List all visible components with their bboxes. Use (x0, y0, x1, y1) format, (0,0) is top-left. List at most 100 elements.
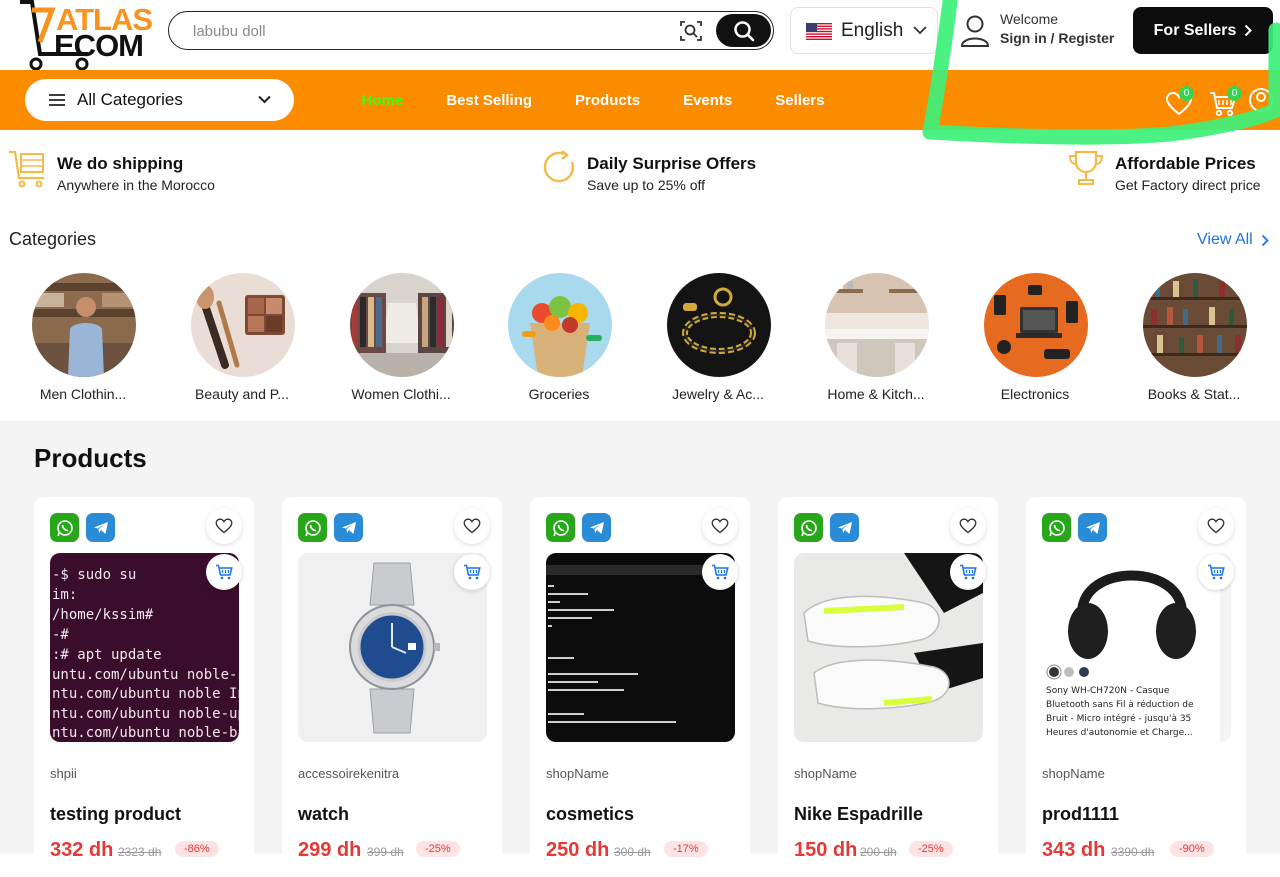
add-to-cart-button[interactable] (206, 554, 242, 590)
product-price: 299 dh (298, 839, 362, 861)
sign-in-link[interactable]: Sign in / Register (1000, 30, 1114, 46)
terminal-line: ntu.com/ubuntu noble InRele (52, 686, 239, 702)
for-sellers-button[interactable]: For Sellers (1133, 7, 1273, 54)
product-name[interactable]: prod1111 (1042, 804, 1119, 825)
product-card[interactable]: Sony WH-CH720N - Casque Bluetooth sans F… (1026, 497, 1246, 877)
product-card[interactable]: shopName cosmetics 250 dh 300 dh -17% (530, 497, 750, 877)
nav-link-products[interactable]: Products (575, 92, 640, 109)
product-card[interactable]: accessoirekenitra watch 299 dh 399 dh -2… (282, 497, 502, 877)
discount-badge: -25% (416, 841, 460, 857)
shipping-cart-icon (9, 150, 44, 188)
whatsapp-icon (800, 519, 817, 536)
shop-name[interactable]: accessoirekenitra (298, 766, 399, 781)
product-name[interactable]: testing product (50, 804, 181, 825)
wishlist-button[interactable]: 0 (1165, 86, 1195, 116)
telegram-icon (341, 521, 356, 534)
category-image (32, 273, 136, 377)
feature-subtitle: Save up to 25% off (587, 177, 706, 193)
product-card[interactable]: -$ sudo su im: /home/kssim# -# :# apt up… (34, 497, 254, 877)
add-to-cart-button[interactable] (1198, 554, 1234, 590)
product-name[interactable]: Nike Espadrille (794, 804, 923, 825)
heart-icon (463, 518, 481, 534)
product-price: 343 dh (1042, 839, 1106, 861)
chevron-down-icon (258, 95, 271, 104)
discount-badge: -25% (909, 841, 953, 857)
heart-icon (711, 518, 729, 534)
telegram-button[interactable] (334, 513, 363, 542)
nav-link-best-selling[interactable]: Best Selling (446, 92, 532, 109)
shop-name[interactable]: shopName (1042, 766, 1105, 781)
telegram-icon (589, 521, 604, 534)
chevron-right-icon (1245, 24, 1253, 37)
whatsapp-button[interactable] (794, 513, 823, 542)
shop-name[interactable]: shpii (50, 766, 77, 781)
image-search-icon[interactable] (679, 20, 703, 42)
terminal-line: -$ sudo su (52, 567, 136, 583)
profile-button[interactable] (1247, 86, 1277, 116)
cart-icon (464, 564, 481, 580)
cart-button[interactable]: 0 (1209, 86, 1242, 117)
whatsapp-icon (1048, 519, 1065, 536)
search-icon (733, 20, 754, 41)
product-name[interactable]: watch (298, 804, 349, 825)
add-to-cart-button[interactable] (702, 554, 738, 590)
whatsapp-button[interactable] (1042, 513, 1071, 542)
search-input[interactable] (193, 20, 673, 42)
all-categories-dropdown[interactable]: All Categories (25, 79, 294, 121)
us-flag-icon (806, 23, 832, 40)
wishlist-button[interactable] (702, 508, 738, 544)
view-all-link[interactable]: View All (1197, 231, 1269, 249)
category-image (667, 273, 771, 377)
top-header: ATLAS ECOM English (0, 0, 1280, 70)
whatsapp-button[interactable] (50, 513, 79, 542)
old-price: 2323 dh (118, 845, 162, 859)
wishlist-button[interactable] (454, 508, 490, 544)
product-name[interactable]: cosmetics (546, 804, 634, 825)
telegram-icon (93, 521, 108, 534)
products-section: Products -$ sudo su im: /home/kssim# -# … (0, 421, 1280, 877)
whatsapp-icon (56, 519, 73, 536)
category-label: Books & Stat... (1147, 386, 1241, 402)
telegram-button[interactable] (1078, 513, 1107, 542)
add-to-cart-button[interactable] (454, 554, 490, 590)
category-image (984, 273, 1088, 377)
account-menu[interactable]: Welcome Sign in / Register (960, 10, 1130, 54)
language-selector[interactable]: English (790, 7, 938, 54)
terminal-line: :# apt update (52, 647, 162, 663)
categories-heading: Categories (9, 229, 97, 249)
search-button[interactable] (716, 14, 771, 47)
telegram-button[interactable] (830, 513, 859, 542)
whatsapp-button[interactable] (546, 513, 575, 542)
for-sellers-label: For Sellers (1153, 21, 1237, 39)
products-heading: Products (34, 443, 147, 473)
wishlist-button[interactable] (950, 508, 986, 544)
feature-subtitle: Get Factory direct price (1115, 177, 1261, 193)
add-to-cart-button[interactable] (950, 554, 986, 590)
shop-name[interactable]: shopName (546, 766, 609, 781)
terminal-line: im: (52, 587, 77, 603)
wishlist-count-badge: 0 (1179, 86, 1194, 101)
telegram-button[interactable] (582, 513, 611, 542)
telegram-button[interactable] (86, 513, 115, 542)
terminal-line: ntu.com/ubuntu noble-backpo (52, 725, 239, 741)
product-price: 150 dh (794, 839, 858, 861)
terminal-line: -# (52, 627, 69, 643)
chevron-down-icon (913, 26, 927, 35)
product-card[interactable]: shopName Nike Espadrille 150 dh 200 dh -… (778, 497, 998, 877)
main-nav-bar: All Categories Home Best Selling Product… (0, 70, 1280, 130)
site-logo[interactable]: ATLAS ECOM (18, 0, 153, 70)
cart-icon (1208, 564, 1225, 580)
nav-link-events[interactable]: Events (683, 92, 732, 109)
nav-link-home[interactable]: Home (362, 92, 404, 109)
shop-name[interactable]: shopName (794, 766, 857, 781)
wishlist-button[interactable] (1198, 508, 1234, 544)
nav-link-sellers[interactable]: Sellers (775, 92, 824, 109)
feature-subtitle: Anywhere in the Morocco (57, 177, 215, 193)
trophy-icon (1068, 150, 1104, 185)
wishlist-button[interactable] (206, 508, 242, 544)
terminal-line: untu.com/ubuntu noble-secui (52, 667, 239, 683)
welcome-text: Welcome (1000, 11, 1059, 27)
whatsapp-button[interactable] (298, 513, 327, 542)
user-icon (960, 15, 990, 47)
telegram-icon (837, 521, 852, 534)
